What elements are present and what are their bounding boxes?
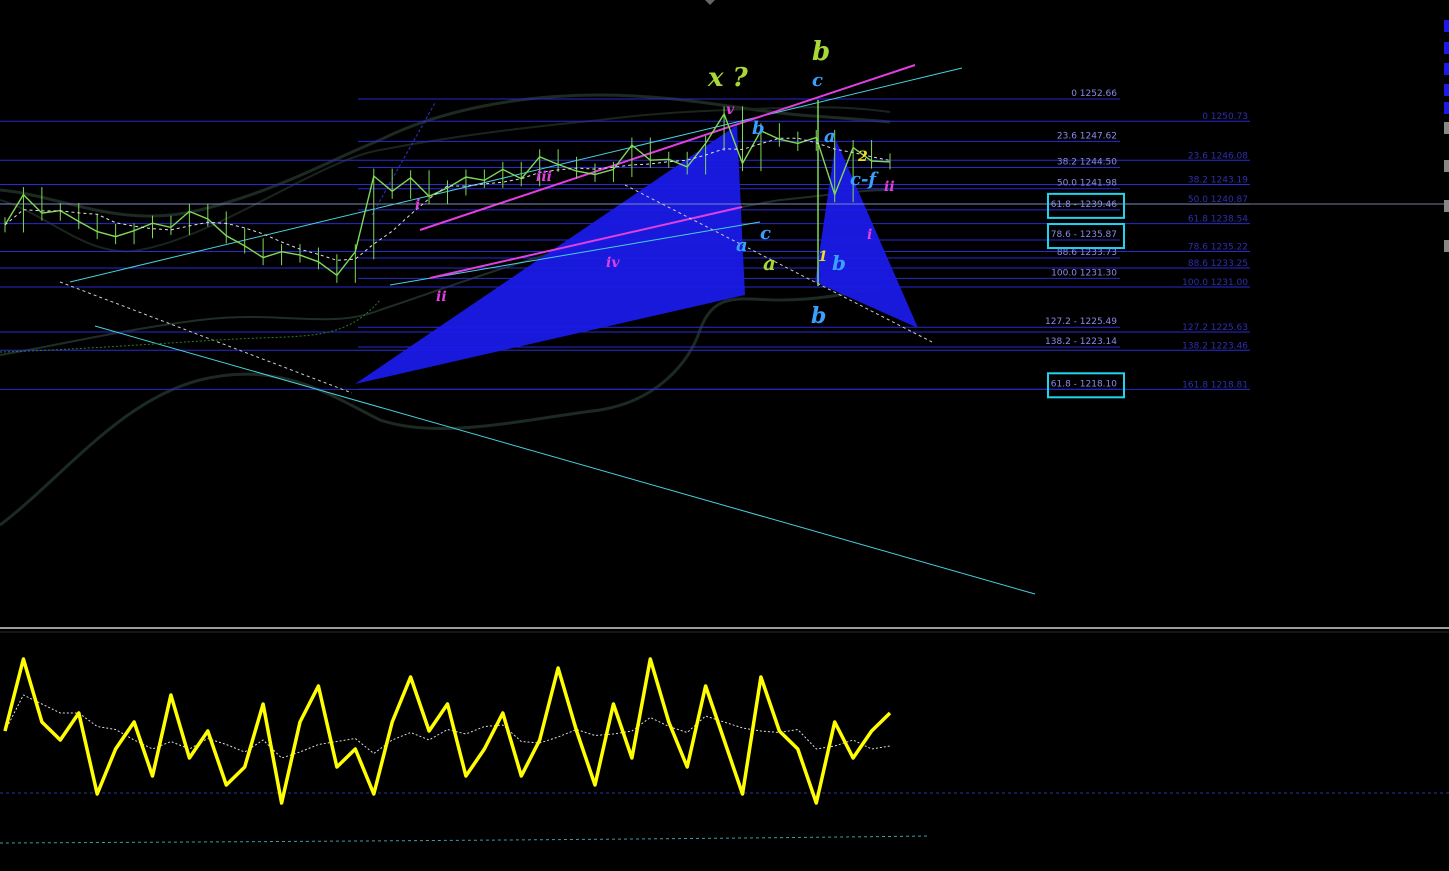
fib-secondary-label: 88.6 1233.25 — [1188, 259, 1248, 269]
wave-label-iii: iii — [536, 169, 552, 185]
fib-primary-label: 38.2 1244.50 — [1057, 158, 1117, 168]
wave-label-ii-left: ii — [436, 289, 447, 305]
edge-marker — [1444, 84, 1449, 96]
fib-secondary-label: 78.6 1235.22 — [1188, 242, 1248, 252]
fib-primary-label: 61.8 - 1218.10 — [1051, 379, 1117, 389]
edge-marker — [1444, 102, 1449, 114]
fib-secondary-label: 61.8 1238.54 — [1188, 215, 1248, 225]
fib-secondary-label: 0 1250.73 — [1202, 112, 1248, 122]
fib-primary-label: 78.6 - 1235.87 — [1051, 230, 1117, 240]
wave-label-cf: c-f — [850, 169, 879, 190]
fib-secondary-label: 100.0 1231.00 — [1182, 278, 1248, 288]
fib-primary-label: 23.6 1247.62 — [1057, 131, 1117, 141]
edge-marker — [1444, 160, 1449, 172]
fib-secondary-label: 138.2 1223.46 — [1182, 341, 1248, 351]
wave-label-b-blue-1: b — [752, 118, 765, 139]
wave-label-ii-right: ii — [884, 179, 895, 195]
edge-marker — [1444, 122, 1449, 134]
fib-primary-label: 0 1252.66 — [1071, 89, 1117, 99]
fib-secondary-label: 50.0 1240.87 — [1188, 195, 1248, 205]
wave-label-1: 1 — [818, 249, 828, 265]
wave-label-b-blue-2: b — [832, 251, 846, 275]
edge-marker — [1444, 240, 1449, 252]
fib-primary-label: 61.8 - 1239.46 — [1051, 200, 1117, 210]
fib-primary-label: 100.0 1231.30 — [1051, 268, 1117, 278]
wave-label-c-blue: c — [760, 223, 771, 244]
fib-secondary-label: 161.8 1218.81 — [1182, 380, 1248, 390]
edge-marker — [1444, 42, 1449, 54]
wave-label-b-top: b — [812, 37, 830, 67]
wave-label-iv: iv — [606, 255, 620, 271]
edge-marker — [1444, 200, 1449, 212]
wave-label-i-right: i — [867, 227, 872, 243]
wave-label-a-blue-2: a — [736, 235, 748, 256]
wave-label-v: v — [726, 102, 735, 118]
edge-marker — [1444, 63, 1449, 75]
wave-label-i-left: i — [415, 197, 420, 213]
wave-label-a-blue-1: a — [824, 126, 836, 147]
edge-marker — [1444, 20, 1449, 32]
fib-secondary-label: 127.2 1225.63 — [1182, 323, 1248, 333]
fib-secondary-label: 23.6 1246.08 — [1188, 151, 1248, 161]
fib-primary-label: 50.0 1241.98 — [1057, 179, 1117, 189]
wave-label-x: x ? — [707, 63, 749, 93]
wave-label-c-top: c — [812, 70, 823, 91]
chart-canvas: x ? b c v b a iii i ii iv a c a 1 b b 2 … — [0, 0, 1449, 871]
wave-label-2: 2 — [857, 149, 868, 165]
fib-secondary-label: 38.2 1243.19 — [1188, 176, 1248, 186]
fib-primary-label: 88.6 1233.73 — [1057, 248, 1117, 258]
wave-label-b-bottom: b — [811, 303, 826, 329]
wave-label-a-green: a — [763, 251, 776, 275]
fib-primary-label: 138.2 - 1223.14 — [1045, 337, 1117, 347]
fib-primary-label: 127.2 - 1225.49 — [1045, 317, 1117, 327]
